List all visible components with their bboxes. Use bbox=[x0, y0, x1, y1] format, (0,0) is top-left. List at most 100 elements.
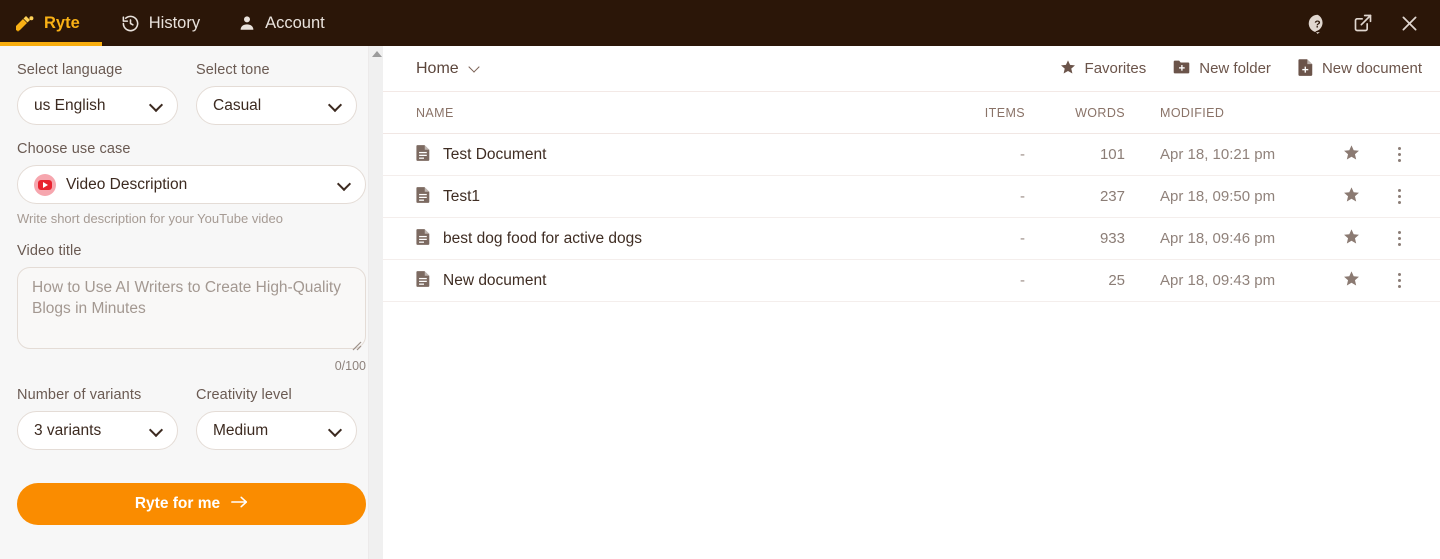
variants-select[interactable]: 3 variants bbox=[17, 411, 178, 450]
tone-select[interactable]: Casual bbox=[196, 86, 357, 125]
variants-field: Number of variants 3 variants bbox=[17, 387, 178, 450]
use-case-field: Choose use case Video Description Write … bbox=[17, 141, 366, 226]
row-more-menu-button[interactable] bbox=[1377, 188, 1422, 205]
table-row-3[interactable]: New document - 25 Apr 18, 09:43 pm bbox=[383, 260, 1440, 302]
nav-tab-label: Account bbox=[265, 13, 325, 32]
main-header: Home Favorites New folder New document bbox=[383, 46, 1440, 92]
video-title-label: Video title bbox=[17, 243, 82, 259]
close-icon[interactable] bbox=[1396, 10, 1422, 36]
new-document-button[interactable]: New document bbox=[1298, 58, 1422, 80]
row-modified-cell: Apr 18, 09:43 pm bbox=[1160, 272, 1276, 289]
row-items-cell: - bbox=[1020, 188, 1025, 205]
column-header-name: NAME bbox=[416, 105, 454, 120]
open-external-icon[interactable] bbox=[1350, 10, 1376, 36]
row-items-cell: - bbox=[1020, 230, 1025, 247]
language-tone-row: Select language us English Select tone C… bbox=[17, 62, 366, 125]
history-clock-icon bbox=[121, 14, 140, 33]
video-title-field: Video title 0/100 bbox=[17, 243, 366, 373]
row-name-cell: Test1 bbox=[416, 186, 935, 208]
favorite-star-button[interactable] bbox=[1325, 270, 1377, 292]
row-items-cell: - bbox=[1020, 272, 1025, 289]
row-more-menu-button[interactable] bbox=[1377, 230, 1422, 247]
body-wrapper: Select language us English Select tone C… bbox=[0, 46, 1440, 559]
row-modified-cell: Apr 18, 09:46 pm bbox=[1160, 230, 1276, 247]
document-name: Test1 bbox=[443, 187, 481, 205]
help-icon[interactable]: ? bbox=[1304, 10, 1330, 36]
favorites-button[interactable]: Favorites bbox=[1060, 59, 1147, 79]
nav-tab-account[interactable]: Account bbox=[219, 0, 344, 46]
star-icon bbox=[1060, 59, 1076, 79]
row-words-cell: 933 bbox=[1099, 230, 1125, 247]
row-name-cell: best dog food for active dogs bbox=[416, 228, 935, 250]
table-row-0[interactable]: Test Document - 101 Apr 18, 10:21 pm bbox=[383, 134, 1440, 176]
column-header-words: WORDS bbox=[1075, 105, 1125, 120]
use-case-hint: Write short description for your YouTube… bbox=[17, 211, 283, 226]
star-icon bbox=[1343, 270, 1360, 292]
breadcrumb[interactable]: Home bbox=[416, 60, 481, 78]
row-words-cell: 25 bbox=[1108, 272, 1125, 289]
top-bar: Ryte History Account ? bbox=[0, 0, 1440, 46]
row-modified-cell: Apr 18, 09:50 pm bbox=[1160, 188, 1276, 205]
creativity-select[interactable]: Medium bbox=[196, 411, 357, 450]
document-name: Test Document bbox=[443, 145, 547, 163]
row-words-cell: 101 bbox=[1099, 146, 1125, 163]
creativity-value: Medium bbox=[213, 421, 269, 439]
user-account-icon bbox=[238, 14, 256, 32]
video-title-input[interactable] bbox=[17, 267, 366, 349]
scroll-up-arrow-icon[interactable] bbox=[369, 46, 383, 62]
document-name: best dog food for active dogs bbox=[443, 229, 643, 247]
more-vertical-icon bbox=[1397, 146, 1402, 163]
use-case-select[interactable]: Video Description bbox=[17, 165, 366, 204]
favorite-star-button[interactable] bbox=[1325, 186, 1377, 208]
new-folder-button[interactable]: New folder bbox=[1173, 59, 1271, 79]
chevron-down-icon bbox=[338, 178, 351, 191]
new-folder-label: New folder bbox=[1199, 60, 1271, 77]
nav-tab-label: Ryte bbox=[44, 13, 80, 32]
document-plus-icon bbox=[1298, 58, 1313, 80]
char-counter: 0/100 bbox=[334, 359, 366, 373]
chevron-down-icon bbox=[150, 424, 163, 437]
language-select[interactable]: us English bbox=[17, 86, 178, 125]
video-title-wrap bbox=[17, 267, 366, 354]
favorite-star-button[interactable] bbox=[1325, 144, 1377, 166]
favorites-label: Favorites bbox=[1084, 60, 1147, 77]
column-header-modified: MODIFIED bbox=[1160, 105, 1225, 120]
document-icon bbox=[416, 228, 430, 250]
youtube-icon bbox=[34, 173, 56, 196]
row-more-menu-button[interactable] bbox=[1377, 272, 1422, 289]
document-icon bbox=[416, 144, 430, 166]
folder-plus-icon bbox=[1173, 59, 1190, 79]
row-words-cell: 237 bbox=[1099, 188, 1125, 205]
header-actions: Favorites New folder New document bbox=[1060, 58, 1422, 80]
creativity-field: Creativity level Medium bbox=[196, 387, 357, 450]
document-icon bbox=[416, 186, 430, 208]
breadcrumb-label: Home bbox=[416, 59, 459, 77]
use-case-label: Choose use case bbox=[17, 141, 131, 157]
tone-value: Casual bbox=[213, 96, 262, 114]
sidebar-scrollbar[interactable] bbox=[368, 46, 383, 559]
column-header-items: ITEMS bbox=[984, 105, 1025, 120]
ryte-logo-icon bbox=[14, 14, 35, 32]
resize-handle-icon[interactable] bbox=[350, 338, 362, 351]
nav-tab-ryte[interactable]: Ryte bbox=[0, 0, 102, 46]
nav-tabs: Ryte History Account bbox=[0, 0, 344, 46]
ryte-for-me-button[interactable]: Ryte for me bbox=[17, 483, 366, 525]
favorite-star-button[interactable] bbox=[1325, 228, 1377, 250]
arrow-right-icon bbox=[231, 495, 248, 514]
nav-tab-history[interactable]: History bbox=[102, 0, 219, 46]
row-more-menu-button[interactable] bbox=[1377, 146, 1422, 163]
star-icon bbox=[1343, 186, 1360, 208]
table-header-row: NAME ITEMS WORDS MODIFIED bbox=[383, 92, 1440, 134]
table-row-2[interactable]: best dog food for active dogs - 933 Apr … bbox=[383, 218, 1440, 260]
variants-creativity-row: Number of variants 3 variants Creativity… bbox=[17, 387, 366, 450]
table-row-1[interactable]: Test1 - 237 Apr 18, 09:50 pm bbox=[383, 176, 1440, 218]
language-field: Select language us English bbox=[17, 62, 178, 125]
new-document-label: New document bbox=[1321, 60, 1422, 77]
topbar-right-icons: ? bbox=[1304, 0, 1430, 46]
svg-text:?: ? bbox=[1314, 18, 1320, 30]
chevron-down-icon bbox=[150, 99, 163, 112]
documents-table: NAME ITEMS WORDS MODIFIED Test Document bbox=[383, 92, 1440, 302]
document-name: New document bbox=[443, 271, 547, 289]
table-body: Test Document - 101 Apr 18, 10:21 pm Tes… bbox=[383, 134, 1440, 302]
row-items-cell: - bbox=[1020, 146, 1025, 163]
